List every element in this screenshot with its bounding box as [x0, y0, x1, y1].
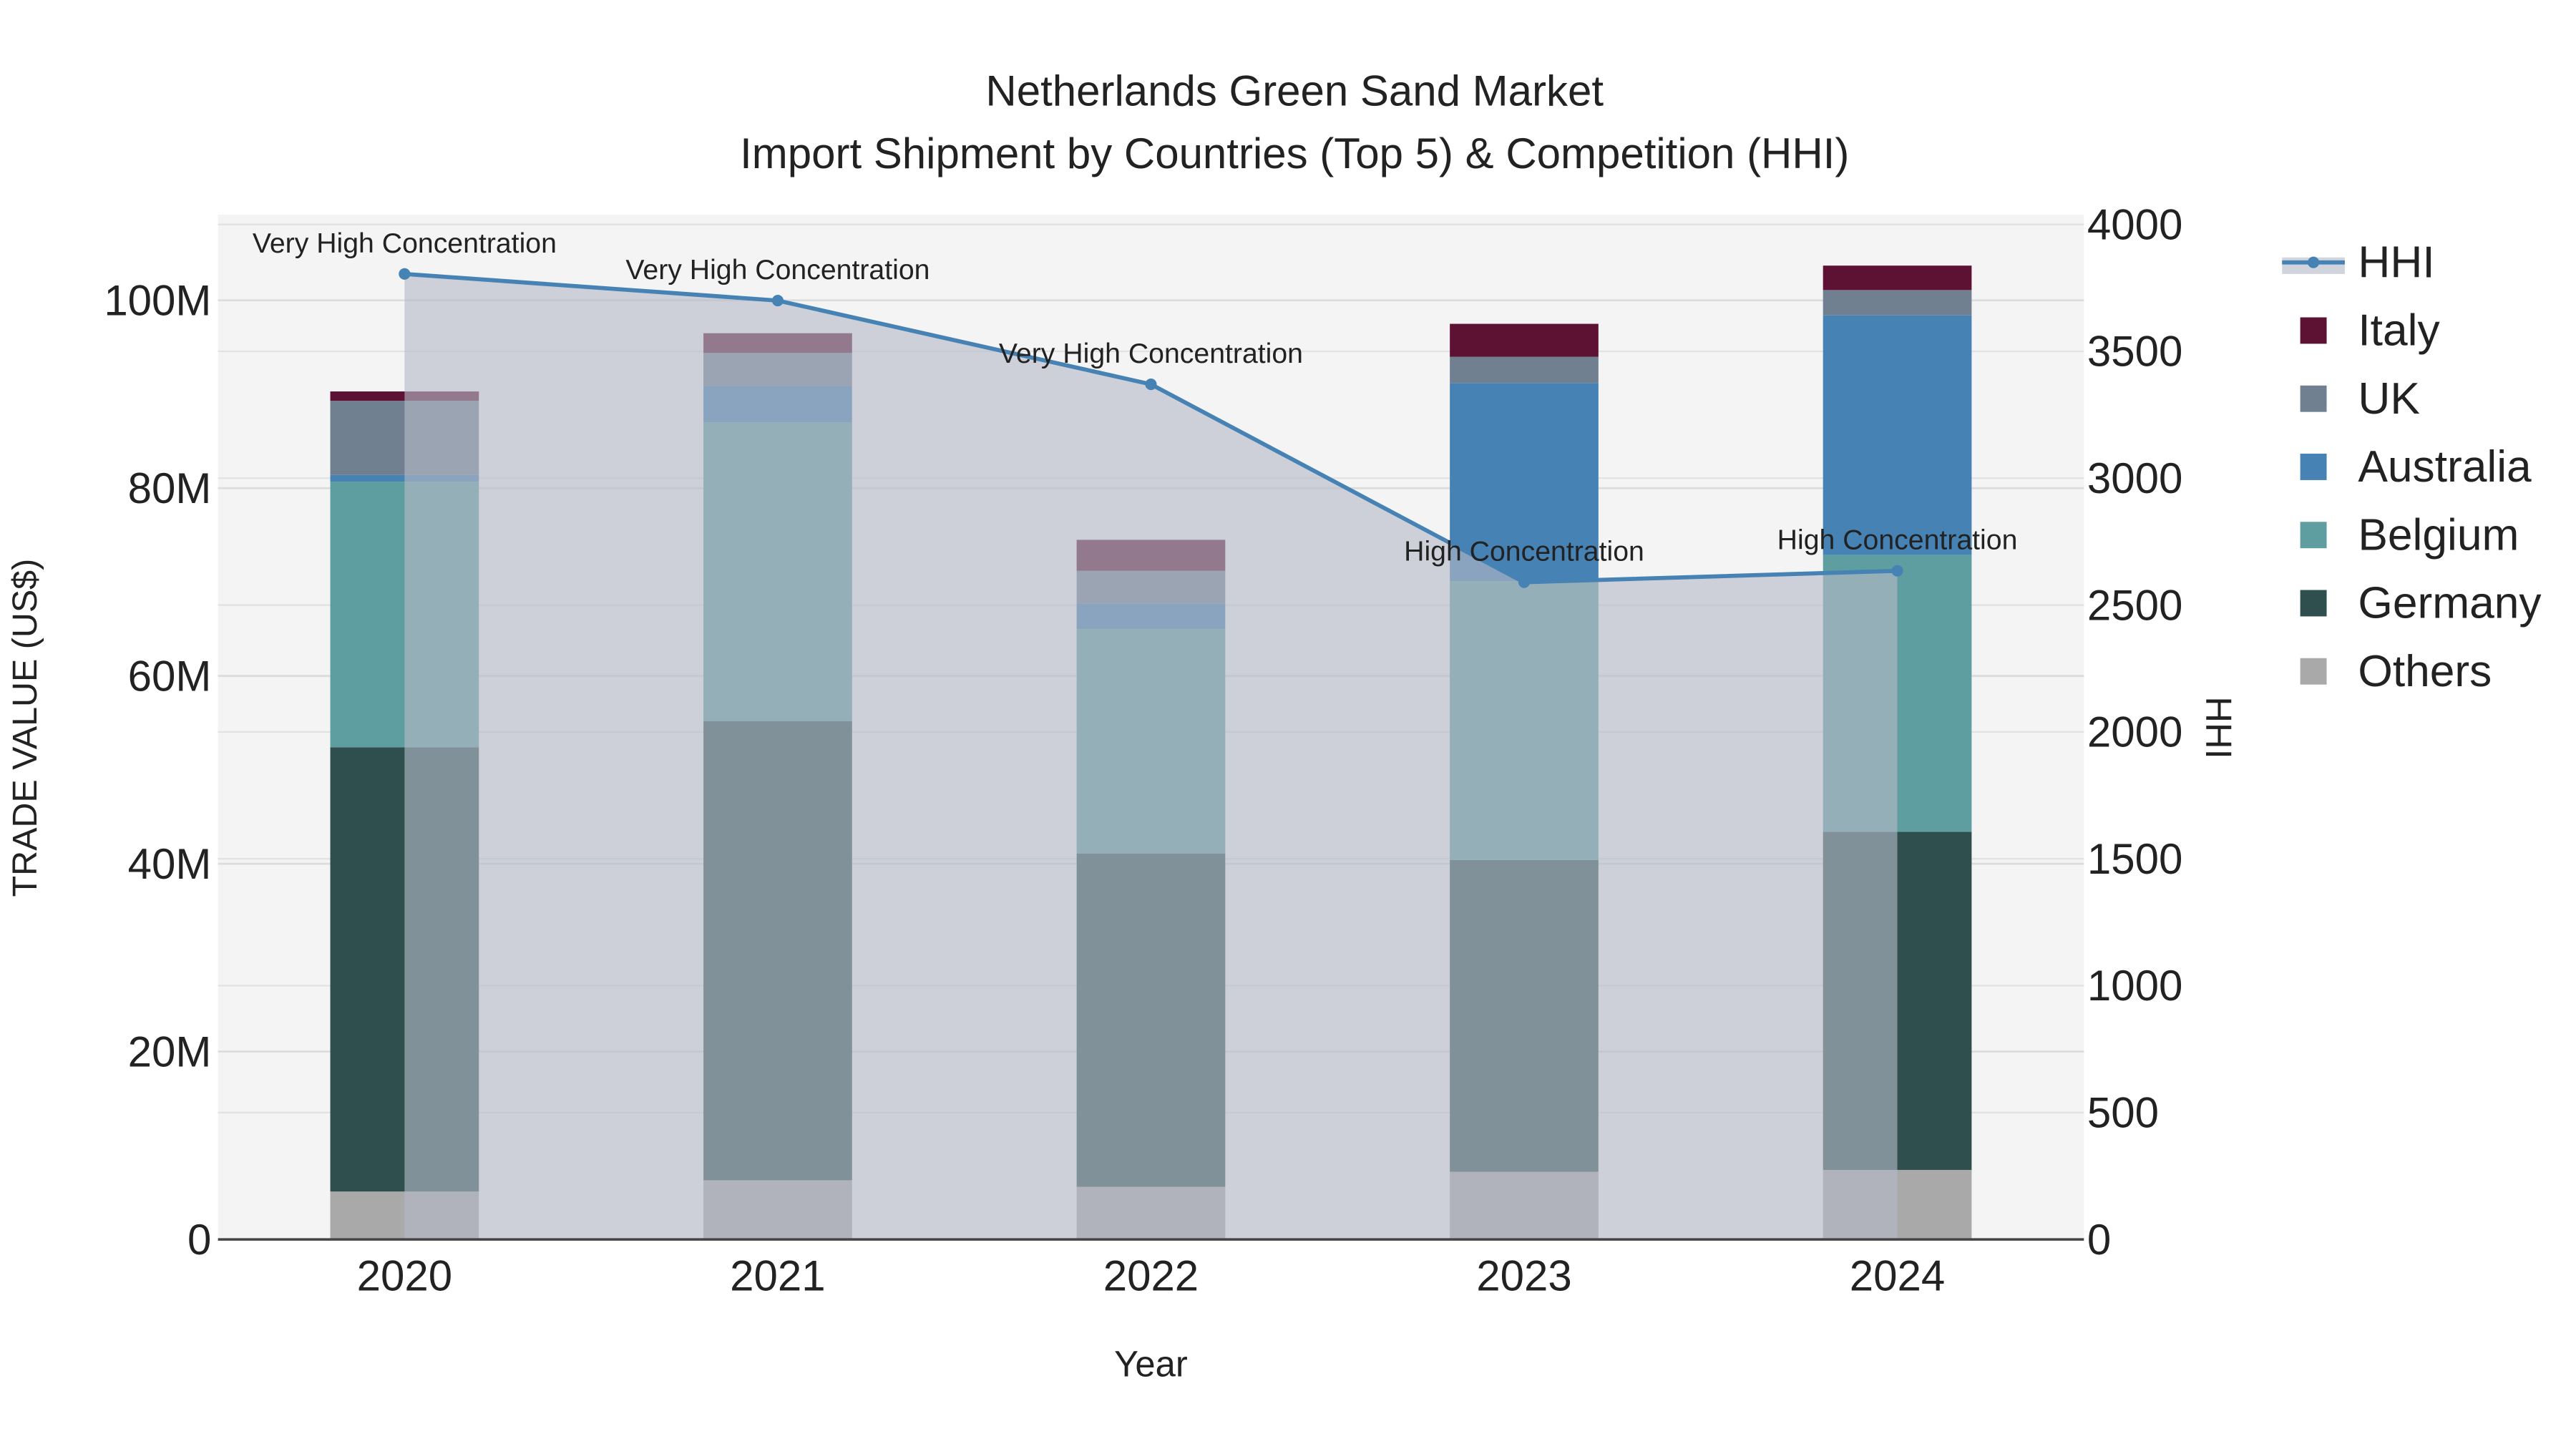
y2-tick-label: 3500: [2087, 328, 2182, 376]
legend: HHI Italy UK Australia Belgium Germany Others: [2282, 238, 2542, 696]
chart-subtitle: Import Shipment by Countries (Top 5) & C…: [740, 130, 1849, 177]
y-tick-label: 80M: [128, 464, 212, 512]
bar-uk-2024: [1823, 290, 1972, 316]
y2-tick-label: 3000: [2087, 454, 2182, 502]
y2-tick-label: 1500: [2087, 835, 2182, 883]
y-tick-label: 0: [187, 1216, 211, 1264]
hhi-annotation: Very High Concentration: [625, 255, 930, 286]
x-axis-title: Year: [1114, 1344, 1188, 1385]
legend-label-others: Others: [2358, 647, 2492, 696]
y2-tick-label: 500: [2087, 1089, 2159, 1137]
legend-label-germany: Germany: [2358, 579, 2542, 628]
bar-australia-2024: [1823, 315, 1972, 555]
y2-tick-label: 2000: [2087, 708, 2182, 756]
legend-swatch-uk: [2300, 385, 2327, 412]
y2-axis-title: HHI: [2198, 696, 2239, 758]
hhi-point-2020: [399, 268, 411, 280]
hhi-annotation: Very High Concentration: [999, 338, 1303, 369]
chart: Netherlands Green Sand Market Import Shi…: [6, 67, 2542, 1385]
y2-tick-label: 0: [2087, 1216, 2111, 1264]
y-tick-label: 40M: [128, 840, 212, 888]
legend-swatch-others: [2300, 658, 2327, 685]
x-tick-label: 2020: [357, 1252, 452, 1300]
legend-label-belgium: Belgium: [2358, 511, 2519, 560]
legend-swatch-belgium: [2300, 522, 2327, 549]
hhi-point-2021: [771, 294, 784, 307]
hhi-annotation: Very High Concentration: [253, 228, 557, 259]
legend-swatch-hhi-marker: [2308, 256, 2320, 268]
legend-label-italy: Italy: [2358, 306, 2440, 356]
legend-label-hhi: HHI: [2358, 238, 2434, 287]
legend-swatch-italy: [2300, 317, 2327, 344]
y2-tick-label: 4000: [2087, 200, 2182, 248]
hhi-annotation: High Concentration: [1777, 525, 2018, 556]
hhi-point-2023: [1518, 576, 1531, 588]
bar-uk-2023: [1450, 356, 1599, 384]
legend-label-uk: UK: [2358, 374, 2420, 424]
y-axis-title: TRADE VALUE (US$): [6, 559, 44, 897]
chart-title: Netherlands Green Sand Market: [985, 67, 1604, 115]
bar-italy-2024: [1823, 265, 1972, 291]
y-tick-label: 100M: [104, 277, 211, 325]
hhi-point-2024: [1891, 565, 1903, 577]
hhi-point-2022: [1145, 378, 1157, 391]
legend-label-australia: Australia: [2358, 442, 2532, 492]
x-tick-label: 2021: [730, 1252, 825, 1300]
y-tick-label: 60M: [128, 652, 212, 700]
y-tick-label: 20M: [128, 1028, 212, 1075]
y2-tick-label: 1000: [2087, 962, 2182, 1010]
hhi-annotation: High Concentration: [1404, 537, 1644, 567]
x-tick-label: 2023: [1476, 1252, 1571, 1300]
x-tick-label: 2024: [1850, 1252, 1945, 1300]
x-tick-label: 2022: [1103, 1252, 1199, 1300]
bar-italy-2023: [1450, 323, 1599, 357]
y2-tick-label: 2500: [2087, 581, 2182, 629]
legend-swatch-germany: [2300, 590, 2327, 617]
legend-swatch-australia: [2300, 454, 2327, 480]
